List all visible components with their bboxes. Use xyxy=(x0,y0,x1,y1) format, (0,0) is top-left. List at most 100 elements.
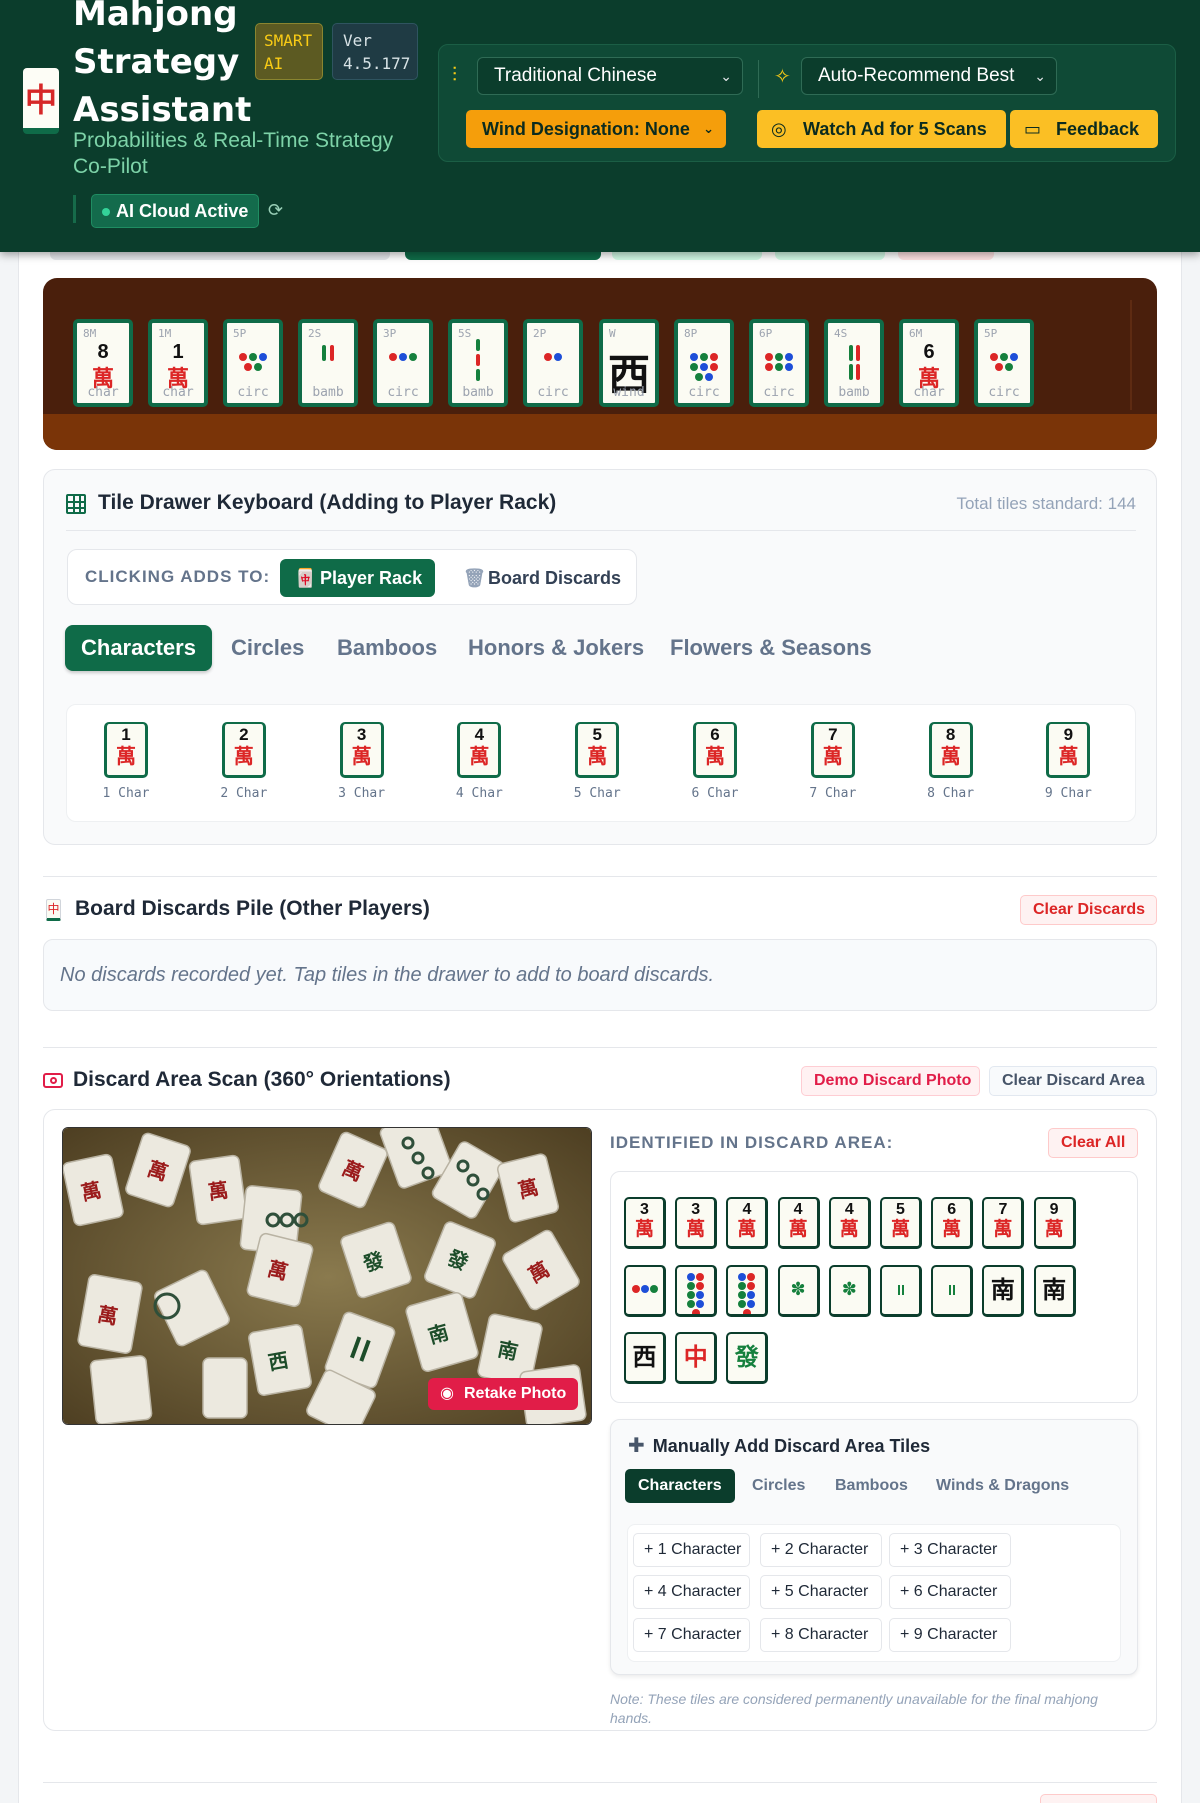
demo-discard-photo-button[interactable]: Demo Discard Photo xyxy=(801,1066,980,1096)
identified-tile[interactable]: 4萬 xyxy=(828,1197,871,1249)
feedback-label: Feedback xyxy=(1056,119,1140,139)
rack-tile[interactable]: 5S bamb xyxy=(448,319,508,407)
identified-tile[interactable] xyxy=(624,1265,666,1317)
manual-tab-circles[interactable]: Circles xyxy=(752,1469,805,1503)
pip xyxy=(705,373,713,381)
ruleset-select[interactable]: Traditional Chinese ⌄ xyxy=(477,57,743,95)
rack-tile[interactable]: 8M 8 萬 char xyxy=(73,319,133,407)
add-character-button[interactable]: + 7 Character xyxy=(633,1618,750,1652)
identified-tile[interactable]: ✽ xyxy=(828,1265,871,1317)
identified-tile[interactable]: 3萬 xyxy=(675,1197,718,1249)
tab-characters[interactable]: Characters xyxy=(65,625,212,671)
add-character-button[interactable]: + 3 Character xyxy=(889,1533,1011,1567)
drawer-tile-button[interactable]: 8萬 xyxy=(928,722,973,778)
manual-tab-winds-dragons[interactable]: Winds & Dragons xyxy=(936,1469,1069,1503)
tile-character: 萬 xyxy=(822,744,843,768)
pip xyxy=(409,353,417,361)
add-character-button[interactable]: + 1 Character xyxy=(633,1533,750,1567)
tile-code: W xyxy=(609,327,616,340)
rack-tile[interactable]: 2P circ xyxy=(523,319,583,407)
add-character-button[interactable]: + 5 Character xyxy=(760,1575,882,1609)
board-discards-toggle[interactable]: 🗑 Board Discards xyxy=(458,559,628,597)
drawer-tile-button[interactable]: 1萬 xyxy=(104,722,148,778)
rack-tile[interactable]: 6P circ xyxy=(749,319,809,407)
drawer-tile-button[interactable]: 5萬 xyxy=(575,722,620,778)
identified-tile[interactable] xyxy=(675,1265,718,1317)
manual-tab-bamboos[interactable]: Bamboos xyxy=(835,1469,908,1503)
chevron-down-icon: ⌄ xyxy=(1034,68,1046,84)
tab-circles[interactable]: Circles xyxy=(231,625,304,671)
identified-tile[interactable] xyxy=(726,1265,769,1317)
add-character-button[interactable]: + 4 Character xyxy=(633,1575,750,1609)
drawer-tile-button[interactable]: 2萬 xyxy=(221,722,266,778)
player-rack-toggle[interactable]: 🀄 Player Rack xyxy=(280,559,435,597)
feedback-button[interactable]: ▭ Feedback xyxy=(1010,110,1158,148)
tab-flowers-seasons[interactable]: Flowers & Seasons xyxy=(670,625,872,671)
pip xyxy=(259,353,267,361)
tile-suit: circ xyxy=(763,385,795,400)
identified-tile[interactable]: 南 xyxy=(982,1265,1025,1317)
add-character-button[interactable]: + 9 Character xyxy=(889,1618,1011,1652)
drawer-tile-button[interactable]: 3萬 xyxy=(339,722,384,778)
pip xyxy=(785,353,793,361)
identified-tile[interactable]: 6萬 xyxy=(931,1197,974,1249)
rack-tile[interactable]: 5P circ xyxy=(223,319,283,407)
watch-ad-button[interactable]: ◎ Watch Ad for 5 Scans xyxy=(757,110,1006,148)
rack-tile[interactable]: 6M 6 萬 char xyxy=(899,319,959,407)
identified-tile[interactable]: 4萬 xyxy=(777,1197,820,1249)
identified-tile[interactable]: 4萬 xyxy=(726,1197,769,1249)
drawer-tile-button[interactable]: 6萬 xyxy=(693,722,737,778)
identified-tile[interactable]: 南 xyxy=(1033,1265,1076,1317)
identified-tile[interactable]: 7萬 xyxy=(982,1197,1025,1249)
identified-tile[interactable]: 中 xyxy=(675,1332,718,1384)
identified-tile[interactable]: ✽ xyxy=(777,1265,820,1317)
tile-number: 9 xyxy=(1049,1201,1059,1218)
circle-pips-icon xyxy=(978,353,1030,371)
refresh-icon[interactable]: ⟳ xyxy=(268,200,283,221)
panel-divider xyxy=(758,60,759,98)
tile-suit: circ xyxy=(387,385,419,400)
rack-tile[interactable]: 3P circ xyxy=(373,319,433,407)
identified-tile[interactable]: 3萬 xyxy=(624,1197,666,1249)
drawer-tile-label: 9 Char xyxy=(1044,786,1092,801)
pip xyxy=(399,353,407,361)
tab-bamboos[interactable]: Bamboos xyxy=(337,625,437,671)
identified-tile[interactable]: 9萬 xyxy=(1033,1197,1076,1249)
wind-designation-button[interactable]: Wind Designation: None ⌄ xyxy=(466,110,726,148)
pip xyxy=(747,1282,756,1290)
rack-tile[interactable]: W 西 wind xyxy=(599,319,659,407)
pip xyxy=(696,1300,705,1308)
message-icon: ▭ xyxy=(1024,119,1042,139)
clear-discard-area-button[interactable]: Clear Discard Area xyxy=(989,1066,1157,1096)
tile-glyph: 中 xyxy=(683,1343,708,1371)
rack-tile[interactable]: 5P circ xyxy=(974,319,1034,407)
clear-discards-button[interactable]: Clear Discards xyxy=(1020,895,1157,925)
rack-tile[interactable]: 4S bamb xyxy=(824,319,884,407)
add-character-button[interactable]: + 8 Character xyxy=(760,1618,882,1652)
add-character-button[interactable]: + 6 Character xyxy=(889,1575,1011,1609)
mode-select[interactable]: Auto-Recommend Best ⌄ xyxy=(801,57,1057,95)
rack-tile[interactable]: 8P circ xyxy=(674,319,734,407)
logo-tile-icon: 中 xyxy=(23,68,59,134)
identified-tile[interactable]: 西 xyxy=(624,1332,666,1384)
identified-tile[interactable]: 發 xyxy=(726,1332,769,1384)
add-character-button[interactable]: + 2 Character xyxy=(760,1533,882,1567)
identified-tile[interactable] xyxy=(931,1265,974,1317)
manual-tab-characters[interactable]: Characters xyxy=(625,1469,735,1503)
pip xyxy=(738,1291,747,1299)
tile-character: 萬 xyxy=(993,1218,1013,1240)
rack-tile[interactable]: 1M 1 萬 char xyxy=(148,319,208,407)
retake-photo-button[interactable]: ◉ Retake Photo xyxy=(428,1378,578,1410)
drawer-tile-button[interactable]: 4萬 xyxy=(457,722,502,778)
rack-lip xyxy=(43,414,1157,450)
drawer-tile-button[interactable]: 9萬 xyxy=(1046,722,1091,778)
identified-tile[interactable]: 5萬 xyxy=(880,1197,922,1249)
bamboo-stick xyxy=(855,364,860,380)
tile-character: 萬 xyxy=(839,1218,859,1240)
tab-honors-jokers[interactable]: Honors & Jokers xyxy=(468,625,644,671)
identified-tile[interactable] xyxy=(880,1265,922,1317)
tile-number: 1 xyxy=(121,725,131,744)
rack-tile[interactable]: 2S bamb xyxy=(298,319,358,407)
clear-all-button[interactable]: Clear All xyxy=(1048,1128,1138,1158)
drawer-tile-button[interactable]: 7萬 xyxy=(810,722,855,778)
